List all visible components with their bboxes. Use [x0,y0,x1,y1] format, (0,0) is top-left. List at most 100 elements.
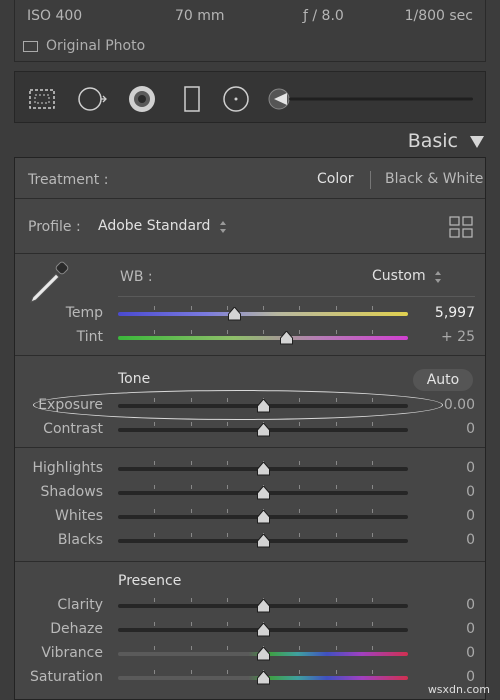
slider-tick [371,598,373,602]
highlights-slider[interactable] [118,461,408,477]
slider-tick [299,598,301,602]
graduated-filter-icon[interactable] [177,84,207,114]
adjustment-brush-icon[interactable] [265,84,475,114]
white-balance-eyedropper-icon[interactable] [27,260,73,304]
red-eye-icon[interactable] [127,84,157,114]
slider-tick [226,509,228,513]
radial-filter-icon[interactable] [221,84,251,114]
slider-tick [371,422,373,426]
wb-underline [118,296,475,297]
slider-tick [154,422,156,426]
saturation-slider-thumb[interactable] [257,671,270,685]
profile-stepper-icon[interactable] [219,220,227,234]
spot-removal-icon[interactable] [77,84,107,114]
divider [15,253,485,254]
whites-value[interactable]: 0 [415,508,475,524]
wb-label: WB : [120,269,153,285]
dehaze-slider-thumb[interactable] [257,623,270,637]
slider-tick [154,670,156,674]
vibrance-slider[interactable] [118,646,408,662]
treatment-color-option[interactable]: Color [317,171,354,187]
tone-auto-button[interactable]: Auto [413,369,473,391]
slider-tick [226,422,228,426]
wb-stepper-icon[interactable] [434,270,442,284]
slider-tick [226,461,228,465]
whites-label: Whites [54,508,103,524]
clarity-slider[interactable] [118,598,408,614]
original-photo-toggle[interactable]: Original Photo [23,38,145,54]
shadows-label: Shadows [40,484,103,500]
whites-slider[interactable] [118,509,408,525]
temp-slider-thumb[interactable] [228,307,241,321]
profile-browser-grid-icon[interactable] [449,216,473,238]
temp-slider[interactable] [118,306,408,322]
tint-slider[interactable] [118,330,408,346]
treatment-separator [370,171,371,189]
slider-tick [371,461,373,465]
checkbox-icon[interactable] [23,40,38,52]
contrast-label: Contrast [43,421,103,437]
exposure-slider-thumb[interactable] [257,399,270,413]
temp-slider-track[interactable] [118,312,408,316]
temp-slider-ticks [118,306,408,311]
slider-tick [299,306,301,310]
slider-tick [226,533,228,537]
slider-tick [299,670,301,674]
slider-tick [154,398,156,402]
tint-slider-track[interactable] [118,336,408,340]
tint-value[interactable]: + 25 [415,329,475,345]
slider-tick [371,646,373,650]
wb-select[interactable]: Custom [372,268,426,284]
slider-tick [371,533,373,537]
slider-tick [226,485,228,489]
dehaze-slider[interactable] [118,622,408,638]
collapse-triangle-icon[interactable] [470,136,484,148]
clarity-value[interactable]: 0 [415,597,475,613]
exposure-value[interactable]: 0.00 [415,397,475,413]
slider-tick [154,485,156,489]
slider-tick [299,398,301,402]
whites-slider-thumb[interactable] [257,510,270,524]
crop-overlay-icon[interactable] [27,84,57,114]
vibrance-value[interactable]: 0 [415,645,475,661]
dehaze-value[interactable]: 0 [415,621,475,637]
slider-tick [190,598,192,602]
shutter-speed-value: 1/800 sec [404,8,473,24]
slider-tick [335,422,337,426]
shadows-value[interactable]: 0 [415,484,475,500]
presence-heading: Presence [118,573,182,589]
shadows-slider-thumb[interactable] [257,486,270,500]
clarity-slider-thumb[interactable] [257,599,270,613]
tool-strip [14,71,486,123]
highlights-value[interactable]: 0 [415,460,475,476]
exif-info-panel: ISO 400 70 mm ƒ / 8.0 1/800 sec Original… [14,0,486,62]
slider-tick [190,485,192,489]
blacks-slider[interactable] [118,533,408,549]
exposure-slider[interactable] [118,398,408,414]
basic-panel-header[interactable]: Basic [14,126,486,156]
contrast-slider[interactable] [118,422,408,438]
treatment-bw-option[interactable]: Black & White [385,171,483,187]
slider-tick [226,622,228,626]
blacks-label: Blacks [57,532,103,548]
aperture-value: ƒ / 8.0 [303,8,344,24]
contrast-slider-thumb[interactable] [257,423,270,437]
exposure-label: Exposure [38,397,103,413]
saturation-slider[interactable] [118,670,408,686]
vibrance-slider-thumb[interactable] [257,647,270,661]
tone-heading: Tone [118,371,151,387]
shadows-slider[interactable] [118,485,408,501]
blacks-value[interactable]: 0 [415,532,475,548]
slider-tick [371,306,373,310]
blacks-slider-thumb[interactable] [257,534,270,548]
slider-tick [371,398,373,402]
vibrance-label: Vibrance [41,645,103,661]
tint-slider-thumb[interactable] [280,331,294,345]
temp-value[interactable]: 5,997 [415,305,475,321]
profile-select[interactable]: Adobe Standard [98,218,210,234]
highlights-slider-thumb[interactable] [257,462,270,476]
slider-tick [371,485,373,489]
tint-label: Tint [76,329,103,345]
contrast-value[interactable]: 0 [415,421,475,437]
slider-tick [335,330,337,334]
